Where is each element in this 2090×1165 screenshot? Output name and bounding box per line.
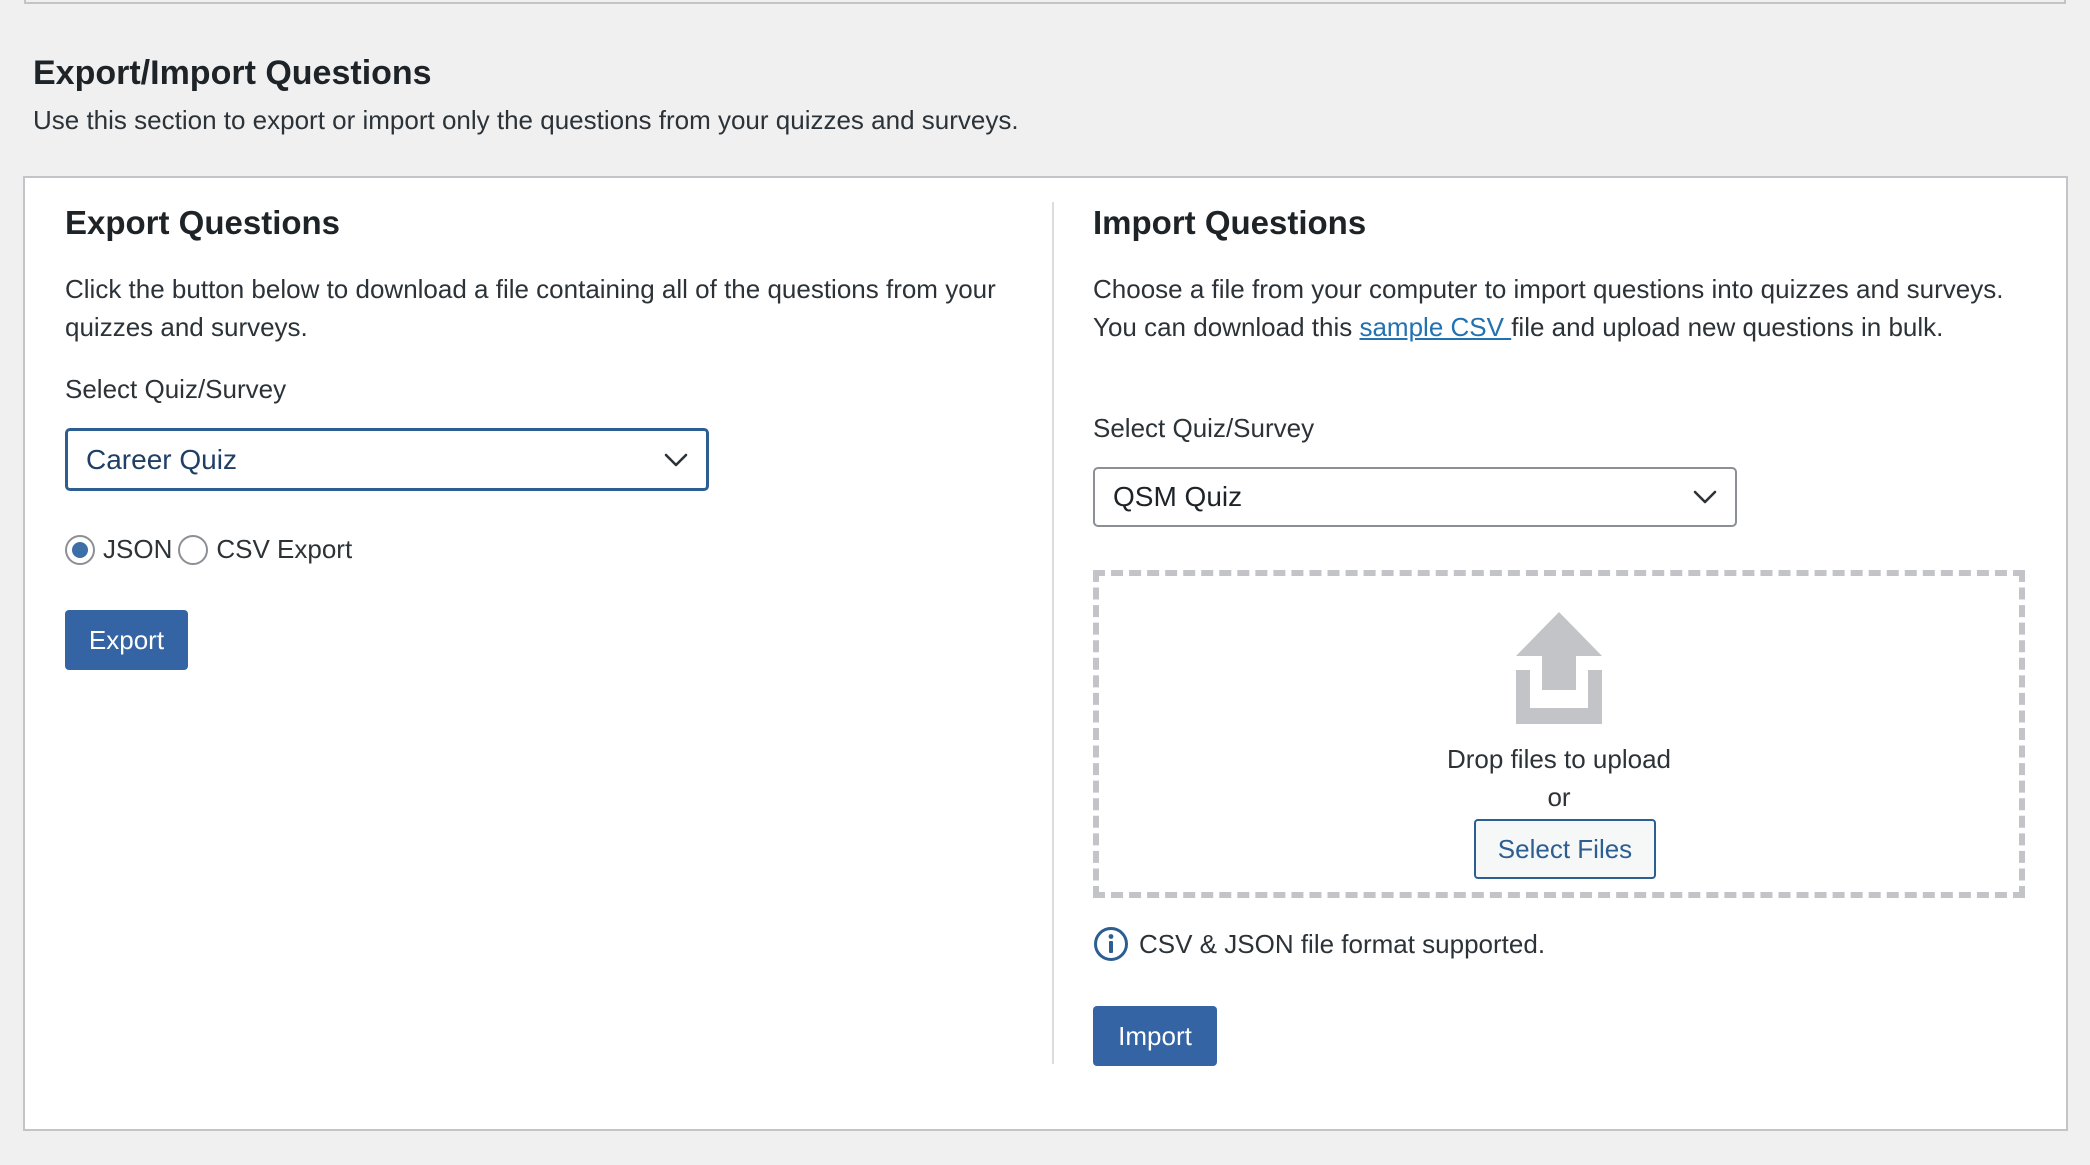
or-text: or xyxy=(1547,782,1571,812)
csv-export-radio[interactable] xyxy=(178,534,209,565)
info-icon xyxy=(1094,927,1128,961)
sample-csv-link[interactable]: sample CSV xyxy=(1359,312,1511,342)
drop-files-text: Drop files to upload xyxy=(1446,744,1672,774)
chevron-down-icon xyxy=(1693,490,1717,504)
import-intro-text-end: file and upload new questions in bulk. xyxy=(1511,312,1944,342)
upload-icon xyxy=(1516,612,1602,724)
export-import-card: Export Questions Click the button below … xyxy=(23,176,2068,1131)
json-radio[interactable] xyxy=(65,534,95,565)
column-divider xyxy=(1052,202,1054,1064)
section-title: Export/Import Questions xyxy=(33,54,432,92)
export-title: Export Questions xyxy=(65,204,341,241)
export-quiz-select-value: Career Quiz xyxy=(86,443,237,475)
chevron-down-icon xyxy=(664,453,688,466)
select-files-button[interactable]: Select Files xyxy=(1474,819,1656,879)
import-title: Import Questions xyxy=(1093,204,1367,241)
import-quiz-select[interactable]: QSM Quiz xyxy=(1093,467,1737,527)
json-radio-label[interactable]: JSON xyxy=(103,534,172,565)
import-button[interactable]: Import xyxy=(1093,1006,1217,1066)
format-note: CSV & JSON file format supported. xyxy=(1093,926,1545,962)
file-dropzone[interactable]: Drop files to upload or Select Files xyxy=(1093,570,2025,898)
format-note-text: CSV & JSON file format supported. xyxy=(1139,928,1546,959)
export-quiz-select[interactable]: Career Quiz xyxy=(65,428,709,491)
export-select-label: Select Quiz/Survey xyxy=(65,374,287,404)
import-select-label: Select Quiz/Survey xyxy=(1093,413,1315,443)
import-quiz-select-value: QSM Quiz xyxy=(1113,481,1243,512)
export-button[interactable]: Export xyxy=(65,610,188,670)
import-intro: Choose a file from your computer to impo… xyxy=(1093,270,2053,346)
previous-panel-edge xyxy=(24,0,2066,4)
csv-export-radio-label[interactable]: CSV Export xyxy=(216,534,352,565)
export-format-options: JSON CSV Export xyxy=(65,534,358,565)
export-intro: Click the button below to download a fil… xyxy=(65,274,996,342)
section-description: Use this section to export or import onl… xyxy=(33,105,1019,135)
